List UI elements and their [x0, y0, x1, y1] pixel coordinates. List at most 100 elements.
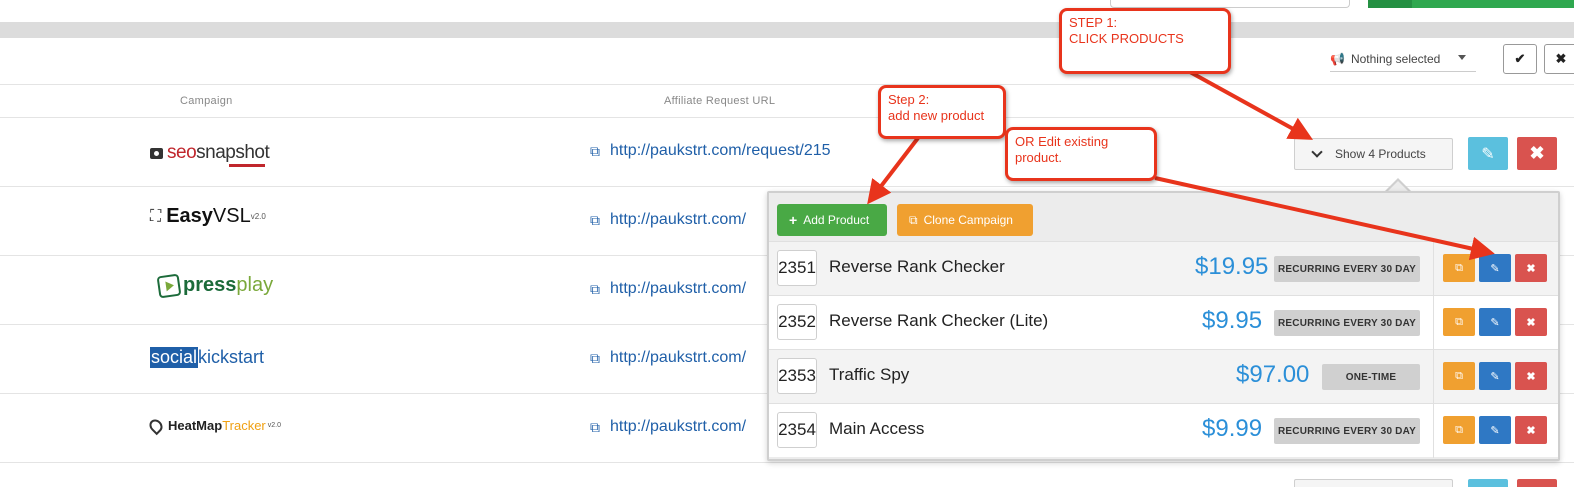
top-green-button-edge	[1368, 0, 1412, 8]
clone-campaign-label: Clone Campaign	[923, 213, 1013, 227]
row-divider	[1433, 242, 1434, 296]
close-icon: ✖	[1529, 143, 1545, 163]
delete-campaign-button[interactable]	[1517, 479, 1557, 487]
logo-text: snapshot	[196, 142, 270, 163]
plus-icon: +	[789, 212, 798, 228]
delete-campaign-button[interactable]: ✖	[1517, 137, 1557, 170]
row-divider	[1433, 350, 1434, 404]
product-name: Reverse Rank Checker	[829, 257, 1005, 276]
billing-badge: ONE-TIME	[1322, 364, 1420, 390]
product-id: 2353	[777, 358, 817, 394]
affiliate-url-link[interactable]: ⧉ http://paukstrt.com/	[590, 211, 746, 229]
product-price: $19.95	[1195, 253, 1269, 280]
pencil-icon: ✎	[1490, 424, 1500, 437]
logo-text: VSL	[212, 205, 251, 227]
copy-product-button[interactable]: ⧉	[1443, 308, 1475, 336]
pencil-icon: ✎	[1490, 316, 1500, 329]
delete-product-button[interactable]: ✖	[1515, 362, 1547, 390]
link-icon: ⧉	[590, 280, 600, 297]
campaign-logo-easyvsl: ⛶ Easy VSL v2.0	[150, 205, 266, 228]
copy-product-button[interactable]: ⧉	[1443, 362, 1475, 390]
product-name: Main Access	[829, 419, 925, 438]
billing-badge: RECURRING EVERY 30 DAY	[1274, 310, 1420, 336]
play-icon	[156, 273, 182, 298]
annotation-step2: Step 2: add new product	[878, 85, 1006, 139]
edit-product-button[interactable]: ✎	[1479, 362, 1511, 390]
edit-campaign-button[interactable]	[1468, 479, 1508, 487]
delete-product-button[interactable]: ✖	[1515, 308, 1547, 336]
toolbar-separator	[0, 22, 1574, 38]
edit-product-button[interactable]: ✎	[1479, 416, 1511, 444]
delete-product-button[interactable]: ✖	[1515, 416, 1547, 444]
caret-down-icon	[1458, 55, 1466, 60]
product-id: 2354	[777, 412, 817, 448]
logo-text: kickstart	[198, 347, 265, 367]
affiliate-url-link[interactable]: ⧉ http://paukstrt.com/	[590, 280, 746, 298]
logo-text: HeatMap	[168, 418, 223, 433]
show-products-button[interactable]	[1294, 479, 1453, 487]
pencil-icon: ✎	[1490, 370, 1500, 383]
show-products-button[interactable]: Show 4 Products	[1294, 138, 1453, 170]
products-popover: + Add Product ⧉ Clone Campaign 2351 Reve…	[767, 191, 1560, 461]
close-icon: ✖	[1526, 316, 1536, 329]
close-icon: ✖	[1526, 370, 1536, 383]
product-id: 2351	[777, 250, 817, 286]
copy-icon: ⧉	[909, 212, 918, 227]
billing-badge: RECURRING EVERY 30 DAY	[1274, 418, 1420, 444]
row-divider	[1433, 404, 1434, 458]
confirm-button[interactable]: ✔	[1503, 44, 1537, 74]
logo-version: v2.0	[267, 422, 281, 429]
campaign-logo-pressplay: press play	[156, 273, 274, 298]
camera-icon	[150, 147, 163, 159]
megaphone-icon: 📢	[1330, 51, 1345, 66]
product-name: Traffic Spy	[829, 365, 910, 384]
close-icon: ✖	[1526, 262, 1536, 275]
affiliate-url-text: http://paukstrt.com/	[610, 349, 747, 366]
product-price: $9.99	[1202, 415, 1263, 442]
copy-product-button[interactable]: ⧉	[1443, 416, 1475, 444]
page: 📢 Nothing selected ✔ ✖ Campaign Affiliat…	[0, 0, 1574, 487]
edit-product-button[interactable]: ✎	[1479, 254, 1511, 282]
filter-select-value: Nothing selected	[1350, 51, 1441, 66]
product-price: $97.00	[1236, 361, 1310, 388]
affiliate-url-text: http://paukstrt.com/	[610, 211, 747, 228]
logo-version: v2.0	[250, 212, 266, 221]
column-header-campaign: Campaign	[180, 95, 233, 107]
campaign-filter-select[interactable]: 📢 Nothing selected	[1330, 46, 1476, 72]
affiliate-url-text: http://paukstrt.com/	[610, 418, 747, 435]
copy-product-button[interactable]: ⧉	[1443, 254, 1475, 282]
logo-text: social	[150, 347, 199, 368]
clone-campaign-button[interactable]: ⧉ Clone Campaign	[897, 204, 1033, 236]
edit-campaign-button[interactable]: ✎	[1468, 137, 1508, 170]
logo-text: Easy	[166, 205, 213, 227]
logo-text: press	[183, 274, 237, 296]
annotation-or-edit: OR Edit existing product.	[1005, 127, 1157, 181]
product-row: 2352 Reverse Rank Checker (Lite) $9.95 R…	[769, 295, 1558, 350]
close-icon: ✖	[1555, 51, 1567, 66]
delete-product-button[interactable]: ✖	[1515, 254, 1547, 282]
product-name: Reverse Rank Checker (Lite)	[829, 311, 1049, 330]
add-product-label: Add Product	[803, 213, 870, 227]
column-header-affiliate-url: Affiliate Request URL	[664, 95, 776, 107]
edit-product-button[interactable]: ✎	[1479, 308, 1511, 336]
affiliate-url-link[interactable]: ⧉ http://paukstrt.com/	[590, 349, 746, 367]
product-row: 2353 Traffic Spy $97.00 ONE-TIME ⧉ ✎ ✖	[769, 349, 1558, 404]
copy-icon: ⧉	[1455, 423, 1463, 436]
row-divider	[1433, 296, 1434, 350]
top-search-input[interactable]	[1110, 0, 1350, 8]
clear-button[interactable]: ✖	[1544, 44, 1574, 74]
annotation-step1: STEP 1: CLICK PRODUCTS	[1059, 8, 1231, 74]
affiliate-url-link[interactable]: ⧉ http://paukstrt.com/request/215	[590, 142, 831, 160]
copy-icon: ⧉	[1455, 261, 1463, 274]
pencil-icon: ✎	[1490, 262, 1500, 275]
link-icon: ⧉	[590, 349, 600, 366]
check-icon: ✔	[1514, 51, 1526, 66]
add-product-button[interactable]: + Add Product	[777, 204, 887, 236]
logo-text: seo	[167, 142, 197, 163]
affiliate-url-text: http://paukstrt.com/	[610, 280, 747, 297]
logo-text: play	[236, 274, 274, 296]
affiliate-url-text: http://paukstrt.com/request/215	[610, 142, 831, 159]
affiliate-url-link[interactable]: ⧉ http://paukstrt.com/	[590, 418, 746, 436]
show-products-label: Show 4 Products	[1335, 147, 1426, 161]
product-id: 2352	[777, 304, 817, 340]
